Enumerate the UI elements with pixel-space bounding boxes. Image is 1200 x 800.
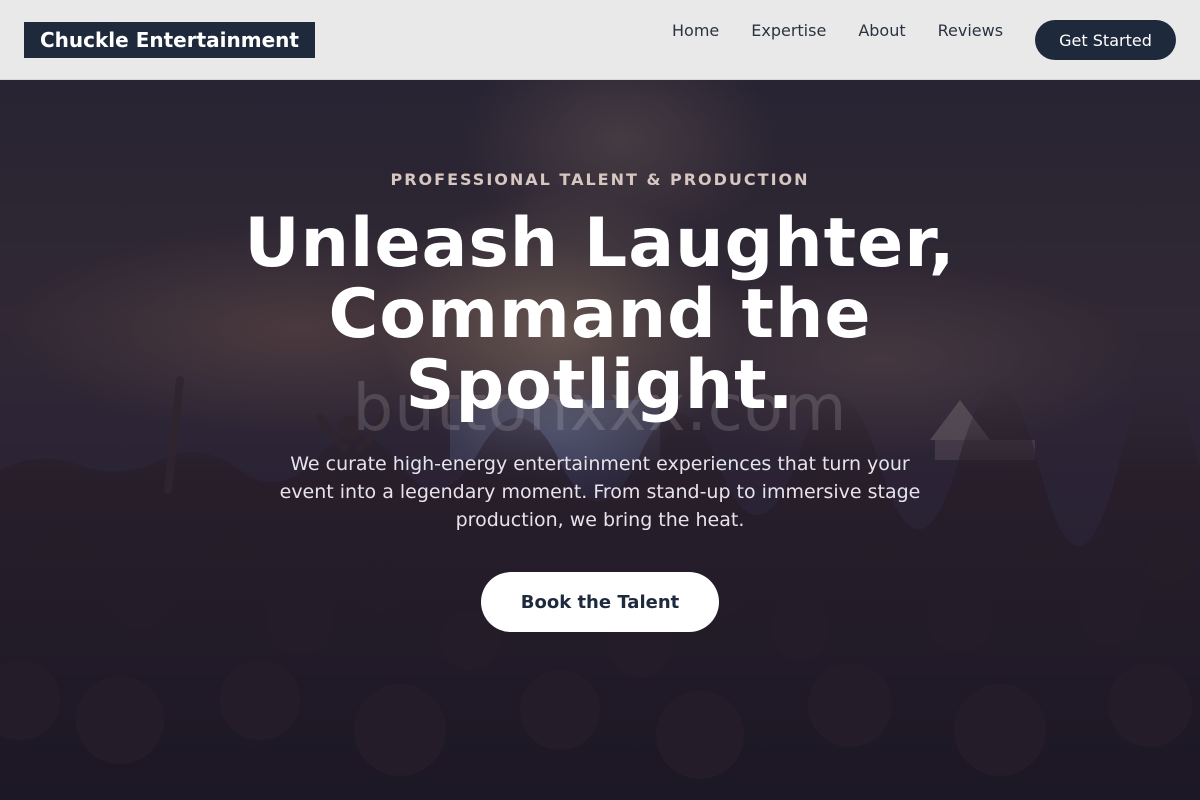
nav-link-about[interactable]: About	[858, 21, 905, 41]
nav-link-home[interactable]: Home	[672, 21, 719, 41]
get-started-button[interactable]: Get Started	[1035, 20, 1176, 60]
hero-headline: Unleash Laughter, Command the Spotlight.	[244, 204, 956, 425]
nav-link-expertise[interactable]: Expertise	[751, 21, 826, 41]
hero-subtext: We curate high-energy entertainment expe…	[279, 453, 921, 531]
hero-eyebrow: PROFESSIONAL TALENT & PRODUCTION	[390, 170, 810, 189]
nav-link-reviews[interactable]: Reviews	[938, 21, 1003, 41]
book-talent-button[interactable]: Book the Talent	[481, 572, 719, 632]
brand-logo[interactable]: Chuckle Entertainment	[24, 22, 315, 58]
navbar: Chuckle Entertainment Home Expertise Abo…	[0, 0, 1200, 80]
nav-links: Home Expertise About Reviews	[672, 21, 1035, 41]
page: buttonxxx.com Chuckle Entertainment Home…	[0, 0, 1200, 800]
